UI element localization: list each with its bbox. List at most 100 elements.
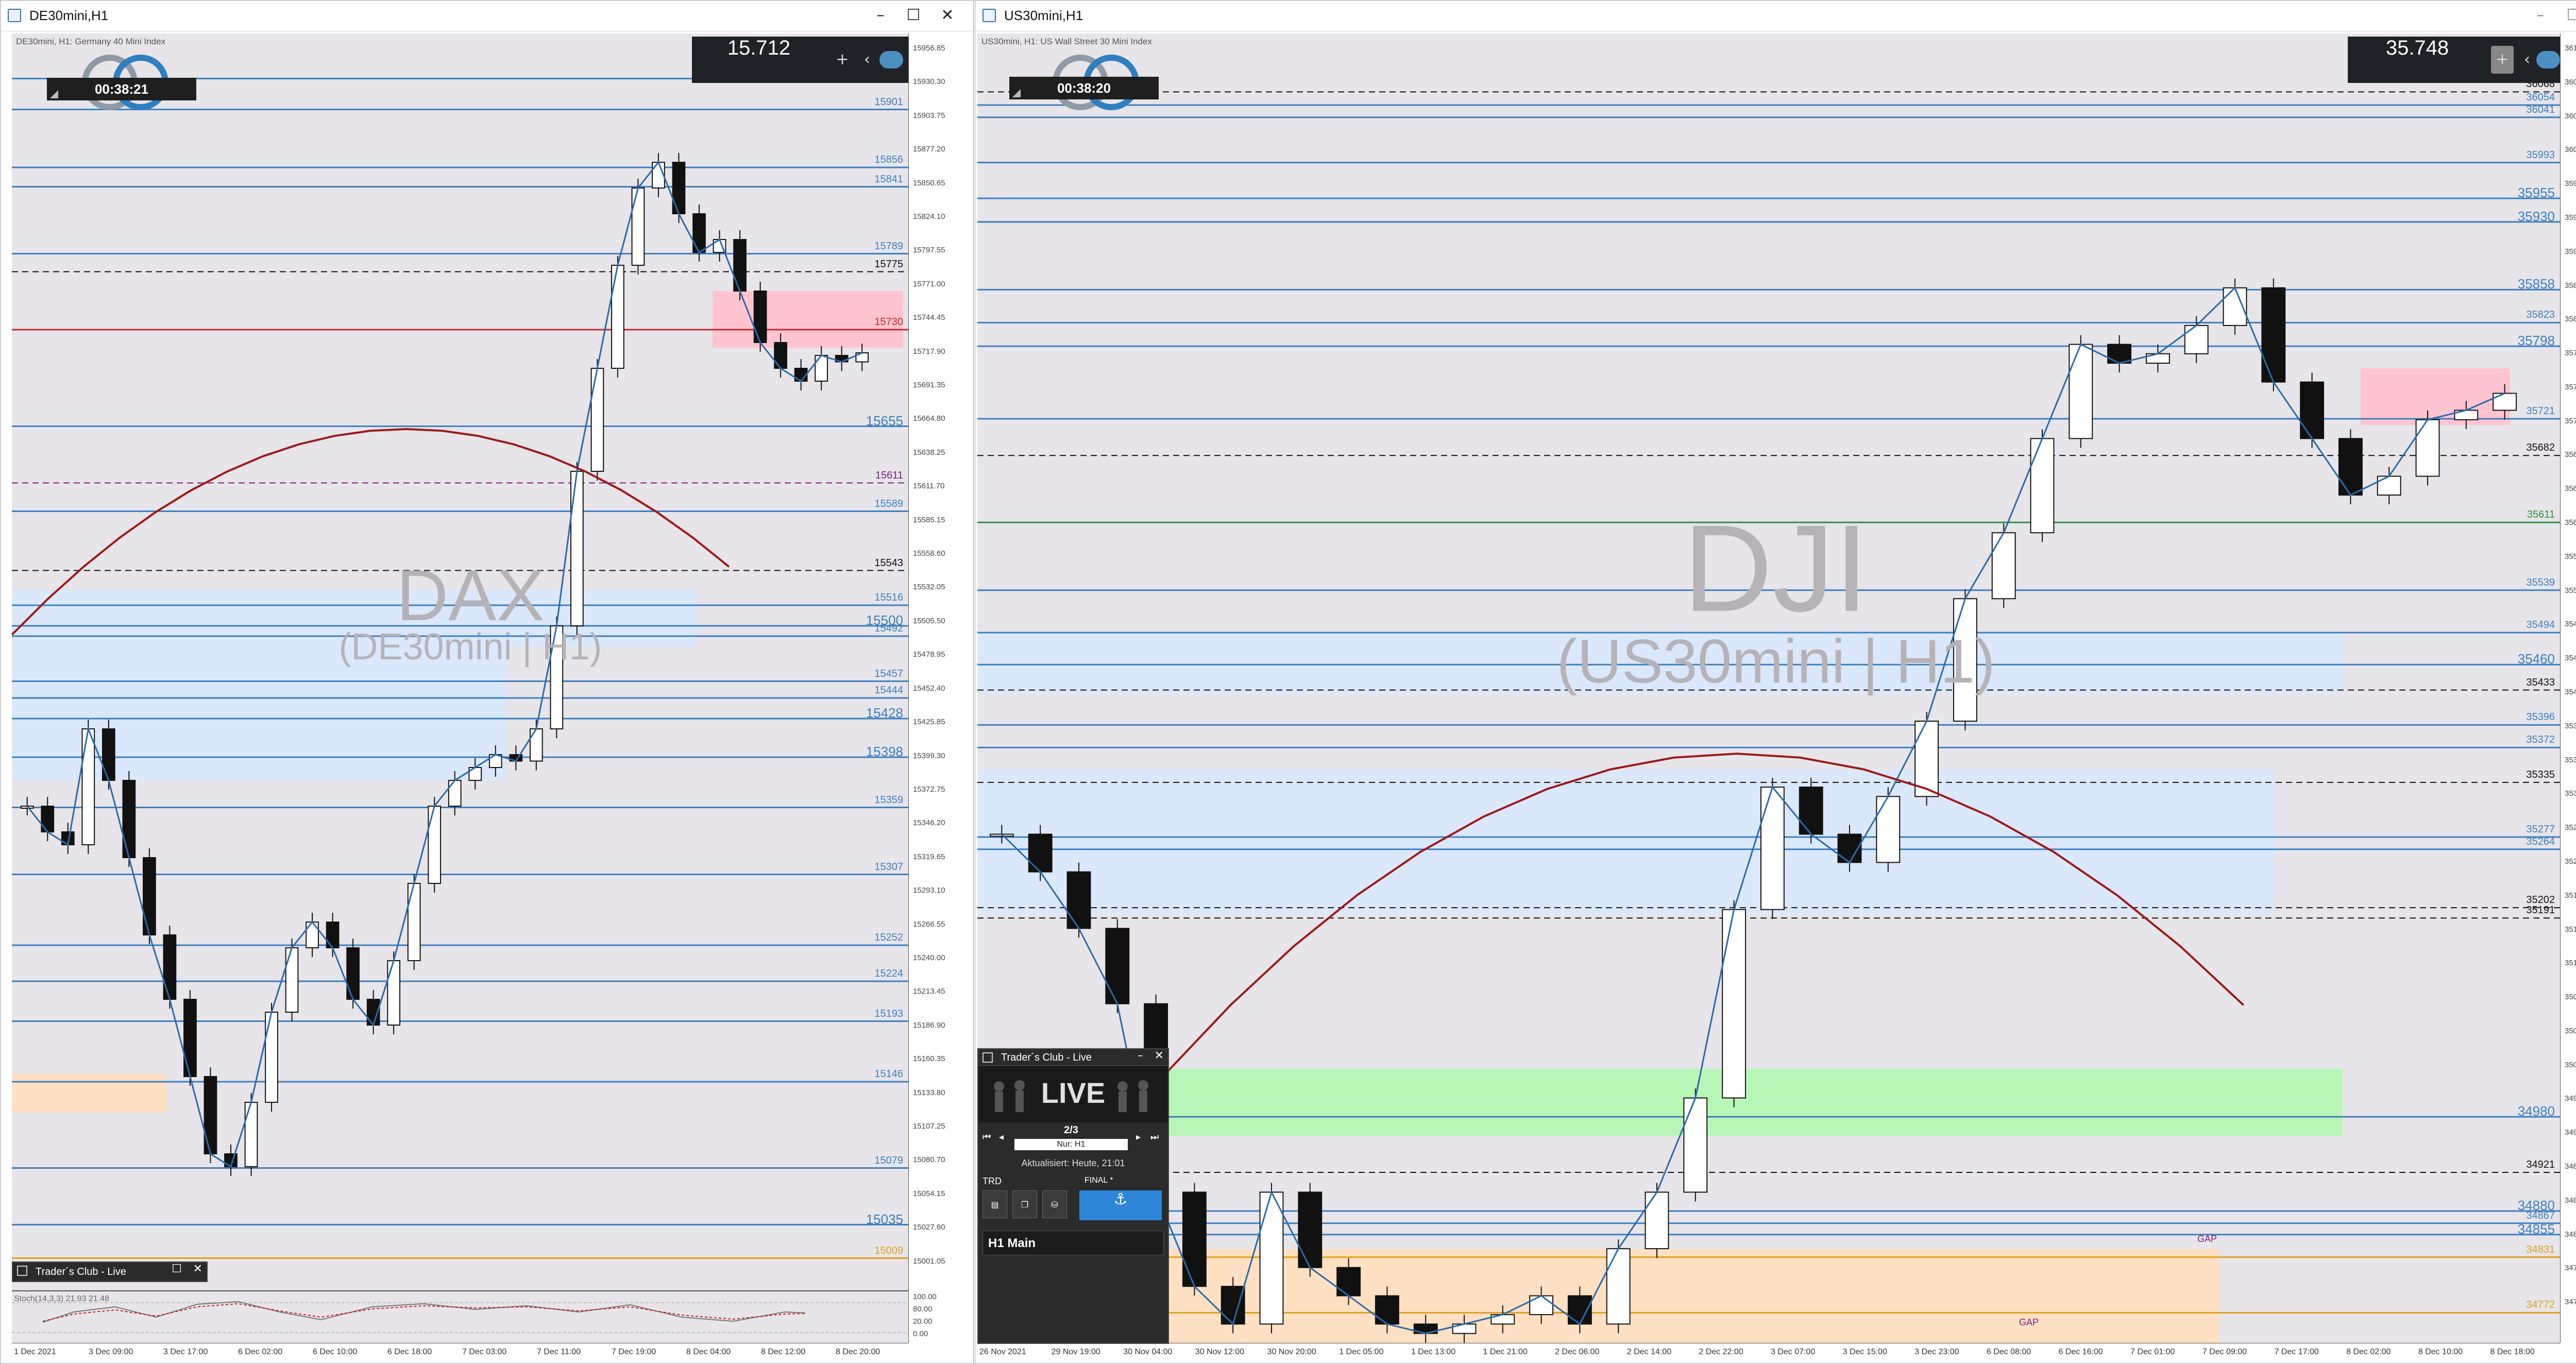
minimize-icon[interactable]: –: [1138, 1049, 1143, 1062]
close-icon[interactable]: ✕: [193, 1263, 202, 1275]
y-tick-label: 34930.00: [2565, 1128, 2576, 1137]
y-tick-label: 36130.00: [2565, 44, 2576, 53]
signal-navigator[interactable]: ⏮ ◂ 2/3 Nur: H1 ▸ ⏭: [978, 1122, 1168, 1153]
minimize-button[interactable]: –: [865, 4, 896, 27]
time-axis[interactable]: 26 Nov 2021 29 Nov 19:00 30 Nov 04:00 30 No…: [977, 1343, 2560, 1363]
close-button[interactable]: ✕: [932, 4, 963, 27]
signal-counter: 2/3: [1064, 1124, 1078, 1136]
current-price: 35.748: [2385, 37, 2449, 59]
prev-icon[interactable]: ◂: [999, 1132, 1004, 1143]
windows-icon[interactable]: ❐: [1012, 1190, 1037, 1218]
level-label: 15457: [874, 668, 903, 679]
dji-chart-window[interactable]: US30mini,H1 – ☐ ✕ US30mini, H1: US Wall …: [975, 0, 2576, 1364]
x-tick-label: 3 Dec 15:00: [1842, 1348, 1887, 1356]
y-tick-label: 35942.50: [2565, 213, 2576, 222]
window-titlebar[interactable]: US30mini,H1 – ☐ ✕: [975, 1, 2576, 31]
candle-body: [590, 368, 604, 472]
price-axis[interactable]: 36130.00 36092.50 36055.00 36017.50 35980.00…: [2560, 33, 2576, 1343]
price-plot-area[interactable]: US30mini, H1: US Wall Street 30 Mini Ind…: [977, 33, 2560, 1343]
chevron-left-icon[interactable]: ‹: [856, 46, 878, 74]
candle-body: [244, 1102, 258, 1167]
candle-body: [1336, 1267, 1361, 1297]
level-label: 35611: [2527, 509, 2555, 521]
candle-body: [2338, 438, 2363, 496]
dax-chart-window[interactable]: DE30mini,H1 – ☐ ✕ DE30mini, H1: Germany …: [0, 0, 974, 1364]
y-tick-label: 15532.05: [913, 583, 945, 592]
level-label: 34855: [2517, 1221, 2555, 1237]
level-label: 15730: [874, 316, 903, 328]
candle-body: [2069, 344, 2093, 439]
y-tick-label: 15850.65: [913, 178, 945, 187]
x-tick-label: 8 Dec 20:00: [836, 1348, 880, 1356]
y-tick-label: 15824.10: [913, 212, 945, 221]
level-label: 35494: [2526, 619, 2555, 631]
x-tick-label: 7 Dec 17:00: [2274, 1348, 2319, 1356]
x-tick-label: 1 Dec 05:00: [1339, 1348, 1384, 1356]
price-plot-area[interactable]: DE30mini, H1: Germany 40 Mini Index DAX …: [12, 33, 908, 1343]
document-icon[interactable]: ▤: [982, 1190, 1007, 1218]
level-label: 35721: [2526, 405, 2555, 417]
minimize-button[interactable]: –: [2525, 4, 2556, 27]
y-tick-label: 15399.30: [913, 751, 945, 760]
mini-panel[interactable]: Trader´s Club - Live ☐ ✕: [12, 1261, 208, 1282]
last-icon[interactable]: ⏭: [1150, 1132, 1159, 1143]
y-tick-label: 35717.50: [2565, 416, 2576, 425]
candle-body: [692, 213, 706, 253]
chevron-left-icon[interactable]: ‹: [2516, 46, 2538, 74]
level-label: 35993: [2526, 149, 2555, 161]
maximize-button[interactable]: ☐: [898, 4, 929, 27]
next-icon[interactable]: ▸: [1136, 1132, 1141, 1143]
first-icon[interactable]: ⏮: [982, 1132, 991, 1143]
filter-field[interactable]: Nur: H1: [1014, 1139, 1128, 1150]
crosshair-icon[interactable]: +: [831, 46, 854, 74]
y-tick-label: 35342.50: [2565, 755, 2576, 764]
x-tick-label: 1 Dec 13:00: [1411, 1348, 1456, 1356]
y-tick-label: 15107.25: [913, 1121, 945, 1131]
y-tick-label: 15638.25: [913, 448, 945, 457]
toggle-switch[interactable]: [879, 51, 903, 69]
crosshair-icon[interactable]: +: [2491, 46, 2514, 74]
x-tick-label: 8 Dec 04:00: [686, 1348, 731, 1356]
level-label: 35372: [2526, 734, 2555, 746]
level-label: 35264: [2526, 836, 2555, 847]
candle-body: [611, 265, 624, 369]
price-axis[interactable]: 15956.85 15930.30 15903.75 15877.20 15850.65…: [908, 33, 960, 1343]
candle-countdown: 00:38:20: [1009, 77, 1159, 99]
candle-body: [1799, 787, 1823, 835]
window-titlebar[interactable]: DE30mini,H1 – ☐ ✕: [1, 1, 973, 31]
level-label: 35798: [2517, 333, 2555, 349]
candle-body: [326, 922, 340, 948]
y-tick-label: 35830.00: [2565, 315, 2576, 324]
maximize-button[interactable]: ☐: [2558, 4, 2576, 27]
level-label: 15611: [875, 469, 903, 481]
anchor-button[interactable]: ⚓: [1079, 1190, 1162, 1220]
chart-window-icon: [982, 9, 996, 22]
coins-icon[interactable]: ⛁: [1042, 1190, 1067, 1218]
y-tick-label: 15771.00: [913, 279, 945, 288]
level-label: 35460: [2517, 651, 2555, 667]
close-icon[interactable]: ✕: [1155, 1049, 1164, 1062]
candle-body: [306, 922, 319, 948]
y-tick-label: 15186.90: [913, 1020, 945, 1030]
y-tick-label: 35117.50: [2565, 959, 2576, 968]
x-tick-label: 30 Nov 20:00: [1267, 1348, 1316, 1356]
panel-title: Trader´s Club - Live: [1001, 1052, 1092, 1063]
watermark-title: DJI: [1683, 499, 1869, 637]
restore-icon[interactable]: ☐: [172, 1263, 182, 1275]
stochastic-subwindow[interactable]: Stoch(14,3,3) 21.93 21.48: [12, 1290, 908, 1343]
time-axis[interactable]: 1 Dec 2021 3 Dec 09:00 3 Dec 17:00 6 Dec 02…: [12, 1343, 908, 1363]
window-title: US30mini,H1: [1004, 8, 1083, 23]
y-tick-label: 15797.55: [913, 246, 945, 255]
level-label: 15856: [874, 154, 903, 165]
level-label: 35682: [2526, 442, 2555, 454]
y-tick-label: 15080.70: [913, 1155, 945, 1165]
y-tick-label: 15054.15: [913, 1189, 945, 1198]
toggle-switch[interactable]: [2536, 51, 2560, 69]
list-item[interactable]: H1 Main: [982, 1231, 1164, 1255]
price-widget[interactable]: 15.712 + ‹: [692, 37, 908, 83]
y-tick-label: 15877.20: [913, 145, 945, 154]
osc-tick-label: 80.00: [913, 1305, 933, 1314]
level-label: 34831: [2526, 1243, 2555, 1255]
traders-club-panel[interactable]: Trader´s Club - Live – ✕ LIVE ⏮ ◂ 2/3 Nu…: [977, 1048, 1169, 1344]
price-widget[interactable]: 35.748 + ‹: [2348, 37, 2560, 83]
